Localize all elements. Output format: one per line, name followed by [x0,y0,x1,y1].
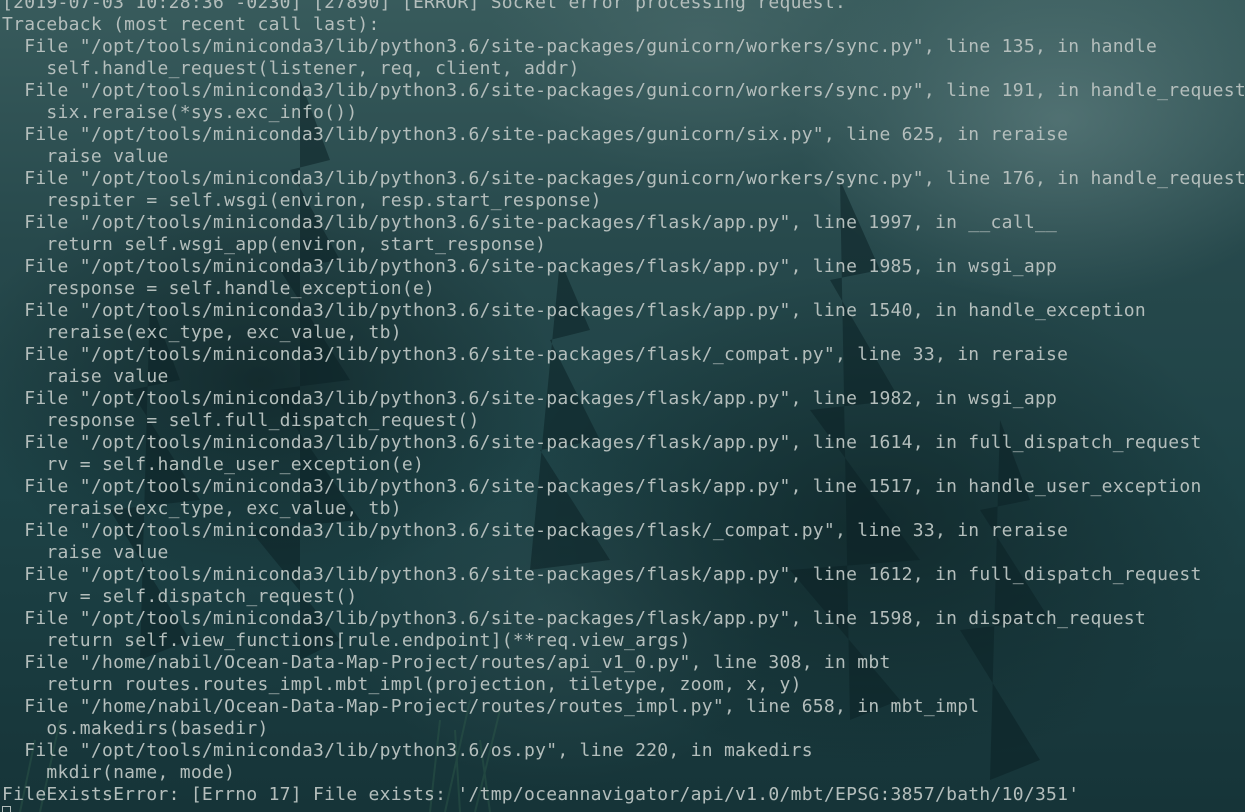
terminal-line: raise value [2,366,169,387]
terminal-line: return self.wsgi_app(environ, start_resp… [2,234,547,255]
terminal-line: raise value [2,146,169,167]
terminal-line: rv = self.dispatch_request() [2,586,358,607]
terminal-line: FileExistsError: [Errno 17] File exists:… [2,784,1080,805]
terminal-line: File "/opt/tools/miniconda3/lib/python3.… [2,476,1202,497]
terminal-line: self.handle_request(listener, req, clien… [2,58,580,79]
terminal-line: File "/opt/tools/miniconda3/lib/python3.… [2,608,1147,629]
terminal-line: File "/opt/tools/miniconda3/lib/python3.… [2,212,1058,233]
terminal-line: Traceback (most recent call last): [2,14,380,35]
terminal-line: File "/opt/tools/miniconda3/lib/python3.… [2,344,1069,365]
terminal-line: respiter = self.wsgi(environ, resp.start… [2,190,602,211]
terminal-line: File "/opt/tools/miniconda3/lib/python3.… [2,256,1058,277]
terminal-line: raise value [2,542,169,563]
terminal-line: rv = self.handle_user_exception(e) [2,454,425,475]
terminal-line: File "/opt/tools/miniconda3/lib/python3.… [2,564,1202,585]
terminal-line: response = self.full_dispatch_request() [2,410,480,431]
terminal-line: File "/opt/tools/miniconda3/lib/python3.… [2,388,1058,409]
terminal-line: File "/home/nabil/Ocean-Data-Map-Project… [2,652,891,673]
terminal-line: File "/opt/tools/miniconda3/lib/python3.… [2,36,1158,57]
terminal-line: reraise(exc_type, exc_value, tb) [2,498,402,519]
terminal-line: File "/opt/tools/miniconda3/lib/python3.… [2,80,1245,101]
terminal-line: six.reraise(*sys.exc_info()) [2,102,358,123]
terminal-line: File "/opt/tools/miniconda3/lib/python3.… [2,168,1245,189]
terminal-cursor [2,806,11,812]
terminal-line: [2019-07-03 10:28:36 -0230] [27890] [ERR… [2,0,847,13]
terminal-line: mkdir(name, mode) [2,762,236,783]
terminal-line: response = self.handle_exception(e) [2,278,436,299]
terminal-line: return routes.routes_impl.mbt_impl(proje… [2,674,802,695]
terminal-line: File "/opt/tools/miniconda3/lib/python3.… [2,520,1069,541]
terminal-line: reraise(exc_type, exc_value, tb) [2,322,402,343]
terminal-line: File "/home/nabil/Ocean-Data-Map-Project… [2,696,980,717]
terminal-line: os.makedirs(basedir) [2,718,269,739]
terminal-line: File "/opt/tools/miniconda3/lib/python3.… [2,300,1147,321]
terminal-line: return self.view_functions[rule.endpoint… [2,630,691,651]
terminal-line: File "/opt/tools/miniconda3/lib/python3.… [2,432,1202,453]
terminal-line: File "/opt/tools/miniconda3/lib/python3.… [2,740,813,761]
terminal-line: File "/opt/tools/miniconda3/lib/python3.… [2,124,1069,145]
terminal-output[interactable]: [2019-07-03 10:28:36 -0230] [27890] [ERR… [2,0,1245,806]
